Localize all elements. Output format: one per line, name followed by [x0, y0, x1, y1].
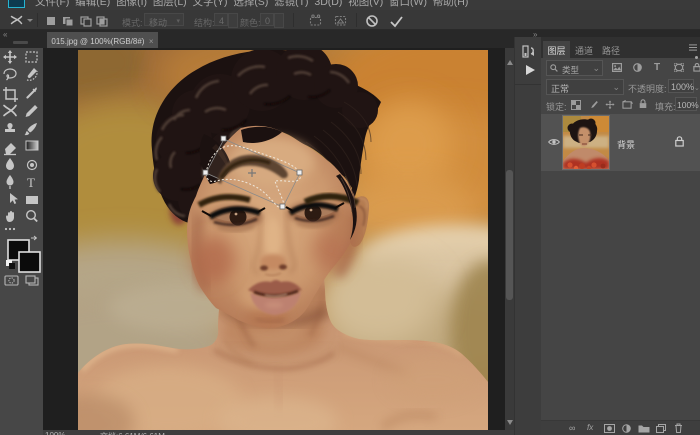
svg-text:T: T: [27, 175, 35, 190]
